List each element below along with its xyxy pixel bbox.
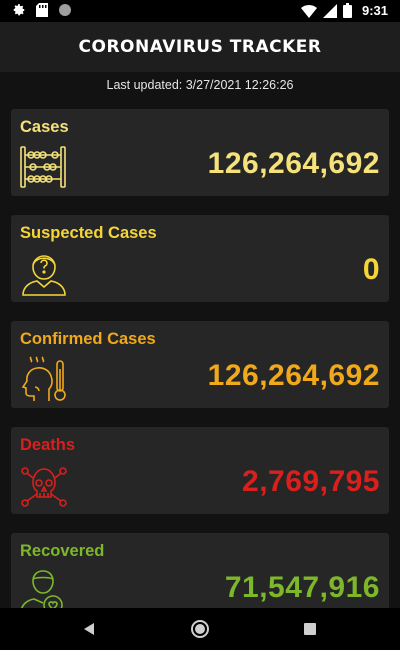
card-value: 2,769,795 [242, 465, 380, 498]
app-bar: CORONAVIRUS TRACKER [0, 22, 400, 72]
status-bar: 9:31 [0, 0, 400, 22]
cases-card: Cases 126,264,692 [11, 109, 389, 196]
app-title: CORONAVIRUS TRACKER [78, 37, 322, 57]
skull-crossbones-icon [19, 461, 69, 509]
card-value: 71,547,916 [224, 571, 380, 604]
recovered-person-icon [19, 567, 69, 608]
fever-thermometer-icon [19, 355, 69, 403]
abacus-icon [19, 143, 69, 191]
status-time: 9:31 [361, 3, 388, 18]
card-value: 126,264,692 [207, 147, 380, 180]
card-value: 126,264,692 [207, 359, 380, 392]
sd-card-icon [36, 3, 48, 17]
suspected-cases-card: Suspected Cases 0 [11, 215, 389, 302]
card-title: Recovered [20, 542, 105, 560]
last-updated-text: Last updated: 3/27/2021 12:26:26 [106, 78, 294, 92]
stats-list[interactable]: Cases 126,264,692 Suspected Cases 0 Conf… [0, 100, 400, 608]
wifi-icon [300, 4, 317, 18]
gear-icon [12, 3, 26, 17]
card-title: Confirmed Cases [20, 330, 156, 348]
recents-icon[interactable] [300, 619, 320, 639]
card-title: Deaths [20, 436, 76, 454]
card-value: 0 [362, 253, 380, 286]
circle-icon [58, 3, 72, 17]
deaths-card: Deaths 2,769,795 [11, 427, 389, 514]
card-title: Suspected Cases [20, 224, 157, 242]
home-icon[interactable] [190, 619, 210, 639]
battery-icon [342, 3, 352, 18]
card-title: Cases [20, 118, 69, 136]
navigation-bar [0, 608, 400, 650]
back-icon[interactable] [80, 619, 100, 639]
confused-person-icon [19, 249, 69, 297]
confirmed-cases-card: Confirmed Cases 126,264,692 [11, 321, 389, 408]
signal-icon [322, 3, 337, 18]
recovered-card: Recovered 71,547,916 [11, 533, 389, 608]
